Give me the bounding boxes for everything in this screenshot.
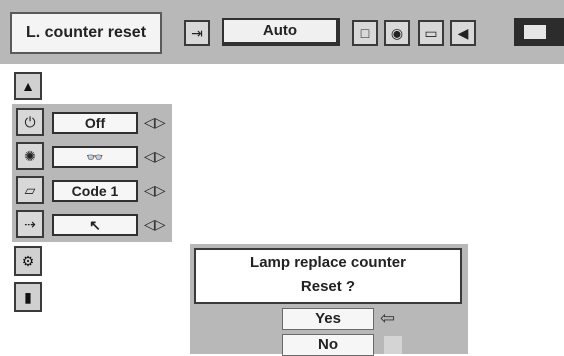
setting-value[interactable]: Code 1	[52, 180, 138, 202]
screen-icon[interactable]: □	[352, 20, 378, 46]
pointer-icon: ⇢	[16, 210, 44, 238]
settings-panel: ⏻ Off ◁▷ ✺ 👓 ◁▷ ▱ Code 1 ◁▷ ⇢ ↖ ◁▷	[12, 104, 172, 242]
setting-value[interactable]: Off	[52, 112, 138, 134]
menu-title: L. counter reset	[10, 12, 162, 54]
setting-row[interactable]: ▱ Code 1 ◁▷	[12, 176, 172, 206]
setting-value[interactable]: 👓	[52, 146, 138, 168]
adjust-arrows-icon[interactable]: ◁▷	[144, 216, 166, 233]
dialog-line-2: Reset ?	[300, 278, 356, 295]
remote-code-icon: ▱	[16, 176, 44, 204]
exit-door-icon[interactable]: ▮	[14, 282, 42, 312]
adjust-arrows-icon[interactable]: ◁▷	[144, 148, 166, 165]
lamp-counter-icon[interactable]: ⚙	[14, 246, 42, 276]
adjust-arrows-icon[interactable]: ◁▷	[144, 182, 166, 199]
setting-value[interactable]: ↖	[52, 214, 138, 236]
top-menu-bar: L. counter reset ⇥ Auto □ ◉ ▭ ◀	[0, 0, 564, 64]
no-marker	[384, 336, 402, 354]
setting-menu-icon[interactable]	[514, 18, 564, 46]
scroll-up-arrow-icon[interactable]: ▲	[14, 72, 42, 100]
input-icon[interactable]: ⇥	[184, 20, 210, 46]
sound-icon[interactable]: ◀	[450, 20, 476, 46]
picture-icon[interactable]: ▭	[418, 20, 444, 46]
dialog-message: Lamp replace counter Reset ?	[194, 248, 462, 304]
dialog-line-1: Lamp replace counter	[250, 254, 406, 271]
yes-button[interactable]: Yes	[282, 308, 374, 330]
adjust-arrows-icon[interactable]: ◁▷	[144, 114, 166, 131]
no-button[interactable]: No	[282, 334, 374, 356]
selection-pointer-icon: ⇦	[380, 308, 396, 328]
lamp-icon: ✺	[16, 142, 44, 170]
power-management-icon: ⏻	[16, 108, 44, 136]
setting-row[interactable]: ⇢ ↖ ◁▷	[12, 210, 172, 240]
image-adjust-icon[interactable]: ◉	[384, 20, 410, 46]
setting-row[interactable]: ✺ 👓 ◁▷	[12, 142, 172, 172]
setting-row[interactable]: ⏻ Off ◁▷	[12, 108, 172, 138]
input-mode-display[interactable]: Auto	[222, 18, 340, 46]
reset-dialog: Lamp replace counter Reset ? Yes ⇦ No	[190, 244, 468, 356]
